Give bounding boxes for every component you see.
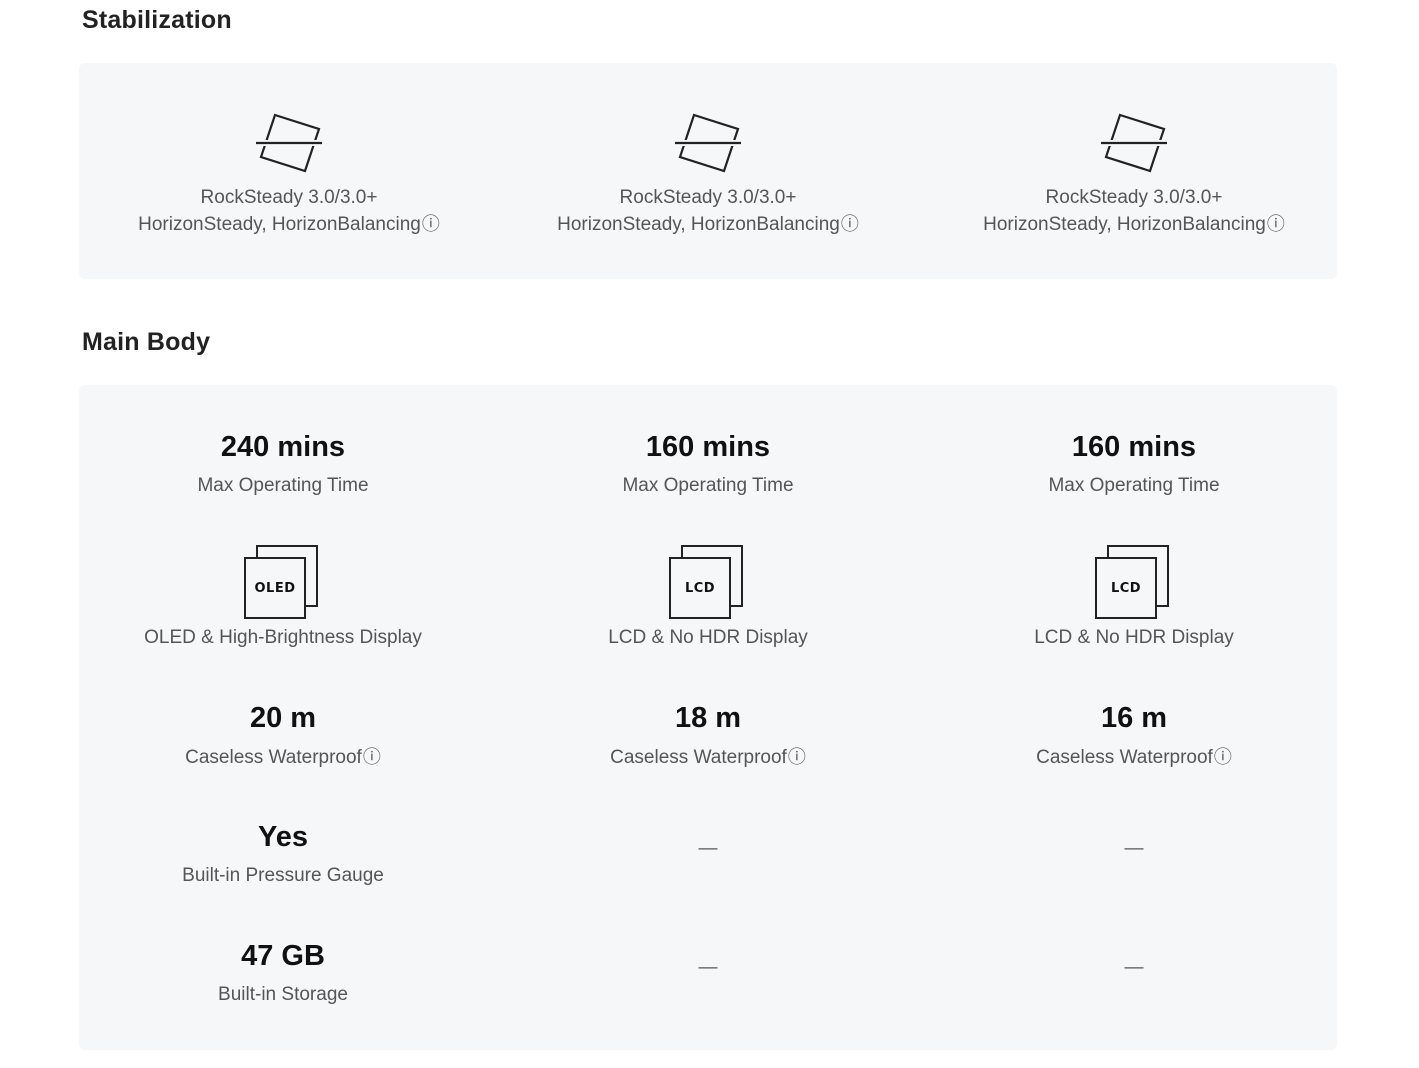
stabilization-line1: RockSteady 3.0/3.0+ <box>619 187 797 208</box>
display-badge: OLED <box>254 580 296 596</box>
main-body-column: 160 mins Max Operating Time LCD LCD & No… <box>924 385 1344 1050</box>
operating-time-label: Max Operating Time <box>197 475 369 496</box>
operating-time-value: 160 mins <box>1071 431 1197 463</box>
stabilization-line2-text: HorizonSteady, HorizonBalancing <box>138 214 421 235</box>
stabilization-icon <box>255 113 323 173</box>
stabilization-line1: RockSteady 3.0/3.0+ <box>1045 187 1223 208</box>
storage-label: Built-in Storage <box>218 984 348 1005</box>
main-body-panel: 240 mins Max Operating Time OLED OLED & … <box>79 385 1337 1050</box>
storage-dash: — <box>698 957 718 978</box>
stabilization-icon <box>674 113 742 173</box>
operating-time-label: Max Operating Time <box>622 475 794 496</box>
stabilization-section-title: Stabilization <box>82 6 232 34</box>
display-icon: OLED <box>244 545 320 621</box>
display-icon-front: LCD <box>1095 557 1157 619</box>
waterproof-label-text: Caseless Waterproof <box>185 747 362 768</box>
display-label: LCD & No HDR Display <box>608 627 808 648</box>
stabilization-line2: HorizonSteady, HorizonBalancingⓘ <box>924 211 1344 238</box>
main-body-column: 160 mins Max Operating Time LCD LCD & No… <box>498 385 918 1050</box>
display-icon: LCD <box>1095 545 1171 621</box>
main-body-section-title: Main Body <box>82 328 211 356</box>
stabilization-text: RockSteady 3.0/3.0+ HorizonSteady, Horiz… <box>924 185 1344 238</box>
display-badge: LCD <box>684 580 716 596</box>
stabilization-line2-text: HorizonSteady, HorizonBalancing <box>557 214 840 235</box>
waterproof-label: Caseless Waterproofⓘ <box>498 745 918 770</box>
waterproof-label: Caseless Waterproofⓘ <box>924 745 1344 770</box>
stabilization-panel: RockSteady 3.0/3.0+ HorizonSteady, Horiz… <box>79 63 1337 279</box>
pressure-gauge-dash: — <box>698 838 718 859</box>
display-icon: LCD <box>669 545 745 621</box>
info-icon[interactable]: ⓘ <box>422 214 440 234</box>
waterproof-label-text: Caseless Waterproof <box>610 747 787 768</box>
waterproof-value: 20 m <box>249 702 317 734</box>
storage-value: 47 GB <box>241 940 325 972</box>
display-icon-front: LCD <box>669 557 731 619</box>
info-icon[interactable]: ⓘ <box>1214 747 1232 767</box>
info-icon[interactable]: ⓘ <box>788 747 806 767</box>
waterproof-value: 16 m <box>1100 702 1168 734</box>
stabilization-text: RockSteady 3.0/3.0+ HorizonSteady, Horiz… <box>498 185 918 238</box>
display-label: LCD & No HDR Display <box>1034 627 1234 648</box>
pressure-gauge-dash: — <box>1124 838 1144 859</box>
display-label: OLED & High-Brightness Display <box>144 627 422 648</box>
stabilization-icon <box>1100 113 1168 173</box>
stabilization-line2-text: HorizonSteady, HorizonBalancing <box>983 214 1266 235</box>
stabilization-line1: RockSteady 3.0/3.0+ <box>200 187 378 208</box>
main-body-column: 240 mins Max Operating Time OLED OLED & … <box>73 385 493 1050</box>
operating-time-value: 240 mins <box>220 431 346 463</box>
comparison-page: Stabilization RockSteady 3.0/3.0+ Horizo… <box>0 0 1419 1068</box>
stabilization-line2: HorizonSteady, HorizonBalancingⓘ <box>79 211 499 238</box>
storage-dash: — <box>1124 957 1144 978</box>
info-icon[interactable]: ⓘ <box>841 214 859 234</box>
stabilization-line2: HorizonSteady, HorizonBalancingⓘ <box>498 211 918 238</box>
display-badge: LCD <box>1110 580 1142 596</box>
pressure-gauge-value: Yes <box>258 821 308 853</box>
waterproof-label-text: Caseless Waterproof <box>1036 747 1213 768</box>
stabilization-text: RockSteady 3.0/3.0+ HorizonSteady, Horiz… <box>79 185 499 238</box>
waterproof-label: Caseless Waterproofⓘ <box>73 745 493 770</box>
operating-time-label: Max Operating Time <box>1048 475 1220 496</box>
info-icon[interactable]: ⓘ <box>363 747 381 767</box>
waterproof-value: 18 m <box>674 702 742 734</box>
display-icon-front: OLED <box>244 557 306 619</box>
pressure-gauge-label: Built-in Pressure Gauge <box>182 865 384 886</box>
operating-time-value: 160 mins <box>645 431 771 463</box>
info-icon[interactable]: ⓘ <box>1267 214 1285 234</box>
